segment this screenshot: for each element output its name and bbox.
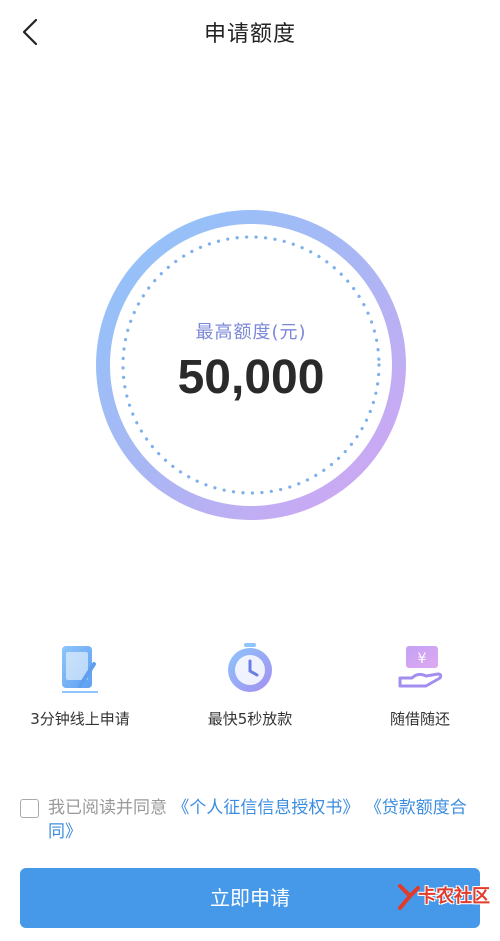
feature-online-apply: 3分钟线上申请 [0, 640, 160, 729]
feature-label: 随借随还 [389, 710, 450, 728]
feature-label: 最快5秒放款 [207, 710, 293, 728]
feature-fast-loan: 最快5秒放款 [170, 640, 330, 729]
feature-flexible-repay: ¥ 随借随还 [340, 640, 500, 729]
agreement-checkbox[interactable] [20, 799, 39, 818]
yuan-hand-icon: ¥ [392, 640, 448, 696]
page-title: 申请额度 [203, 22, 296, 47]
limit-gauge: 最高额度(元) 50,000 [96, 210, 406, 520]
limit-value: 50,000 [177, 351, 325, 404]
agreement-text: 我已阅读并同意 《个人征信信息授权书》 《贷款额度合同》 [48, 796, 480, 844]
agreement-prefix: 我已阅读并同意 [48, 798, 167, 818]
watermark-text: 卡农社区 [418, 886, 490, 907]
credit-authorization-link[interactable]: 《个人征信信息授权书》 [172, 798, 359, 818]
header: 申请额度 [0, 0, 500, 64]
feature-label: 3分钟线上申请 [30, 710, 130, 728]
watermark: 卡农社区 [396, 872, 496, 926]
clock-icon [222, 640, 278, 696]
limit-label: 最高额度(元) [195, 322, 307, 343]
phone-pen-icon [52, 640, 108, 696]
svg-text:¥: ¥ [418, 651, 427, 667]
